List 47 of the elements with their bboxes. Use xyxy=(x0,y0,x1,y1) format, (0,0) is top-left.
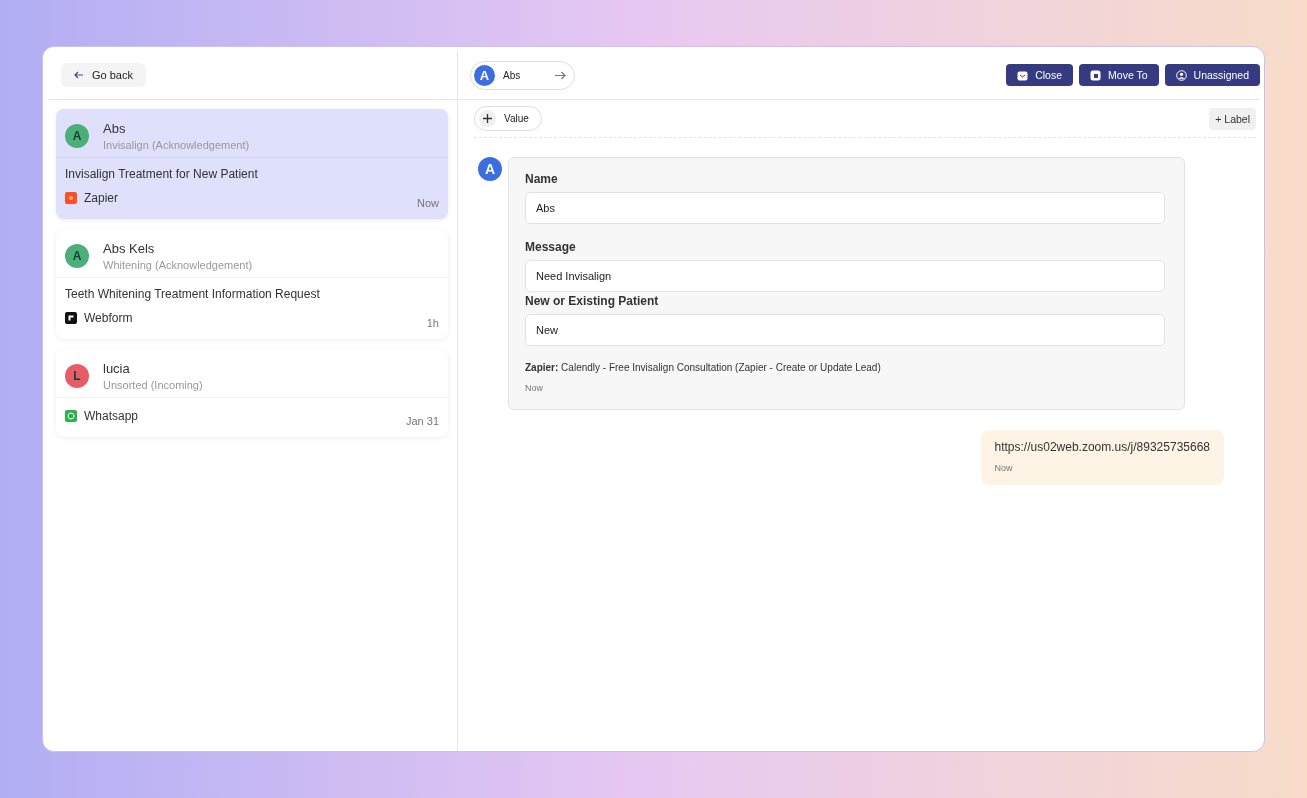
user-button[interactable]: Unassigned xyxy=(1164,64,1260,86)
zapier-icon xyxy=(65,192,77,204)
conversation-subject: Teeth Whitening Treatment Information Request xyxy=(65,287,321,301)
whatsapp-icon xyxy=(65,410,77,422)
channel-label: Webform xyxy=(84,311,133,325)
field-label: New or Existing Patient xyxy=(525,294,660,308)
message-time: Now xyxy=(525,383,544,393)
add-label-button[interactable]: + Label xyxy=(1209,107,1256,130)
pipeline-stage: Invisalign (Acknowledgement) xyxy=(103,139,250,151)
back-arrow-icon xyxy=(74,71,84,79)
move-button[interactable]: Move To xyxy=(1079,64,1159,86)
avatar: A xyxy=(65,244,89,268)
conversation-card[interactable]: L lucia Unsorted (Incoming) Whatsapp Jan 31 xyxy=(56,349,448,437)
avatar: A xyxy=(65,124,89,148)
conversation-card[interactable]: A Abs Invisalign (Acknowledgement) Invisalign Treatment for New Patient Zapier Now xyxy=(56,109,448,219)
conversation-time: 1h xyxy=(426,317,439,329)
channel-label: Whatsapp xyxy=(84,409,139,423)
go-back-button[interactable]: Go back xyxy=(61,63,146,87)
webform-icon xyxy=(65,312,77,324)
field-label: Message xyxy=(525,240,577,254)
avatar: L xyxy=(65,364,89,388)
message-text: https://us02web.zoom.us/j/89325735668 xyxy=(994,440,1210,454)
close-button[interactable]: Close xyxy=(1006,64,1074,86)
avatar: A xyxy=(478,157,502,181)
conversation-time: Now xyxy=(417,197,439,209)
plus-icon xyxy=(479,110,496,127)
field-value: New xyxy=(525,314,1165,346)
inbox-icon xyxy=(1017,69,1029,81)
user-icon xyxy=(1175,69,1187,81)
conversation-subject: Invisalign Treatment for New Patient xyxy=(65,167,259,181)
contact-chip[interactable]: A Abs xyxy=(470,60,575,90)
conversation-time: Jan 31 xyxy=(405,415,439,427)
field-value: Need Invisalign xyxy=(525,260,1165,292)
add-value-button[interactable]: Value xyxy=(474,106,542,131)
arrow-right-icon xyxy=(555,70,566,80)
move-icon xyxy=(1090,69,1102,81)
pipeline-stage: Whitening (Acknowledgement) xyxy=(103,259,253,271)
channel-label: Zapier xyxy=(84,191,118,205)
field-value: Abs xyxy=(525,192,1165,224)
contact-name: Abs Kels xyxy=(103,241,156,256)
pipeline-stage: Unsorted (Incoming) xyxy=(103,379,203,391)
field-label: Name xyxy=(525,172,559,186)
source-note: Zapier: Calendly - Free Invisalign Consultation (Zapier - Create or Update Lead) xyxy=(525,362,882,373)
message-time: Now xyxy=(994,463,1014,473)
conversation-card[interactable]: A Abs Kels Whitening (Acknowledgement) Teeth Whitening Treatment Information Request Webform 1h xyxy=(56,229,448,339)
contact-name: lucia xyxy=(103,361,131,376)
contact-name: Abs xyxy=(103,121,127,136)
